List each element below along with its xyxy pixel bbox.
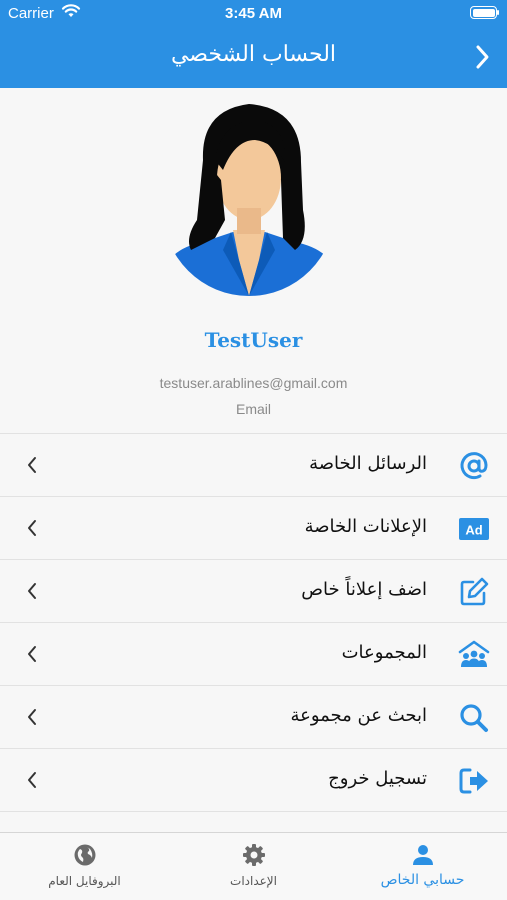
menu-list: الرسائل الخاصة الإعلانات الخاصة Ad اضف إ…: [0, 433, 507, 832]
menu-item-partial: [0, 811, 507, 832]
edit-icon: [458, 576, 490, 608]
battery-icon: [470, 6, 499, 19]
groups-icon: [458, 639, 490, 671]
tab-public-profile[interactable]: البروفايل العام: [0, 833, 169, 900]
menu-item-groups[interactable]: المجموعات: [0, 622, 507, 685]
tab-my-account[interactable]: حسابي الخاص: [338, 833, 507, 900]
tab-label: الإعدادات: [230, 874, 277, 888]
svg-text:Ad: Ad: [465, 523, 482, 538]
chevron-left-icon: [26, 456, 38, 474]
chevron-left-icon: [26, 645, 38, 663]
menu-item-label: الرسائل الخاصة: [309, 453, 427, 474]
back-chevron-icon[interactable]: [470, 42, 496, 72]
globe-icon: [73, 843, 97, 867]
menu-item-label: اضف إعلاناً خاص: [301, 579, 427, 600]
status-bar: Carrier 3:45 AM: [0, 0, 507, 28]
username: TestUser: [204, 328, 303, 352]
chevron-left-icon: [26, 708, 38, 726]
tab-label: البروفايل العام: [48, 874, 121, 888]
chevron-left-icon: [26, 771, 38, 789]
tab-bar: البروفايل العام الإعدادات حسابي الخاص: [0, 832, 507, 900]
tab-label: حسابي الخاص: [380, 872, 465, 888]
menu-item-logout[interactable]: تسجيل خروج: [0, 748, 507, 811]
search-icon: [458, 702, 490, 734]
logout-icon: [458, 765, 490, 797]
menu-item-label: ابحث عن مجموعة: [290, 705, 427, 726]
email-address: testuser.arablines@gmail.com: [159, 375, 348, 391]
menu-item-label: الإعلانات الخاصة: [304, 516, 427, 537]
gear-icon: [242, 843, 266, 867]
profile-content: TestUser testuser.arablines@gmail.com Em…: [0, 88, 507, 832]
avatar: [163, 100, 335, 296]
menu-item-private-ads[interactable]: الإعلانات الخاصة Ad: [0, 496, 507, 559]
email-caption: Email: [235, 401, 271, 417]
chevron-left-icon: [26, 582, 38, 600]
menu-item-add-ad[interactable]: اضف إعلاناً خاص: [0, 559, 507, 622]
menu-item-label: تسجيل خروج: [328, 768, 427, 789]
person-icon: [411, 843, 435, 867]
menu-item-label: المجموعات: [341, 642, 427, 663]
chevron-left-icon: [26, 519, 38, 537]
menu-item-find-group[interactable]: ابحث عن مجموعة: [0, 685, 507, 748]
ad-icon: Ad: [458, 513, 490, 545]
at-icon: [458, 450, 490, 482]
nav-bar: الحساب الشخصي: [0, 28, 507, 88]
page-title: الحساب الشخصي: [170, 42, 337, 67]
tab-settings[interactable]: الإعدادات: [169, 833, 338, 900]
status-time: 3:45 AM: [225, 5, 282, 22]
menu-item-private-messages[interactable]: الرسائل الخاصة: [0, 433, 507, 496]
